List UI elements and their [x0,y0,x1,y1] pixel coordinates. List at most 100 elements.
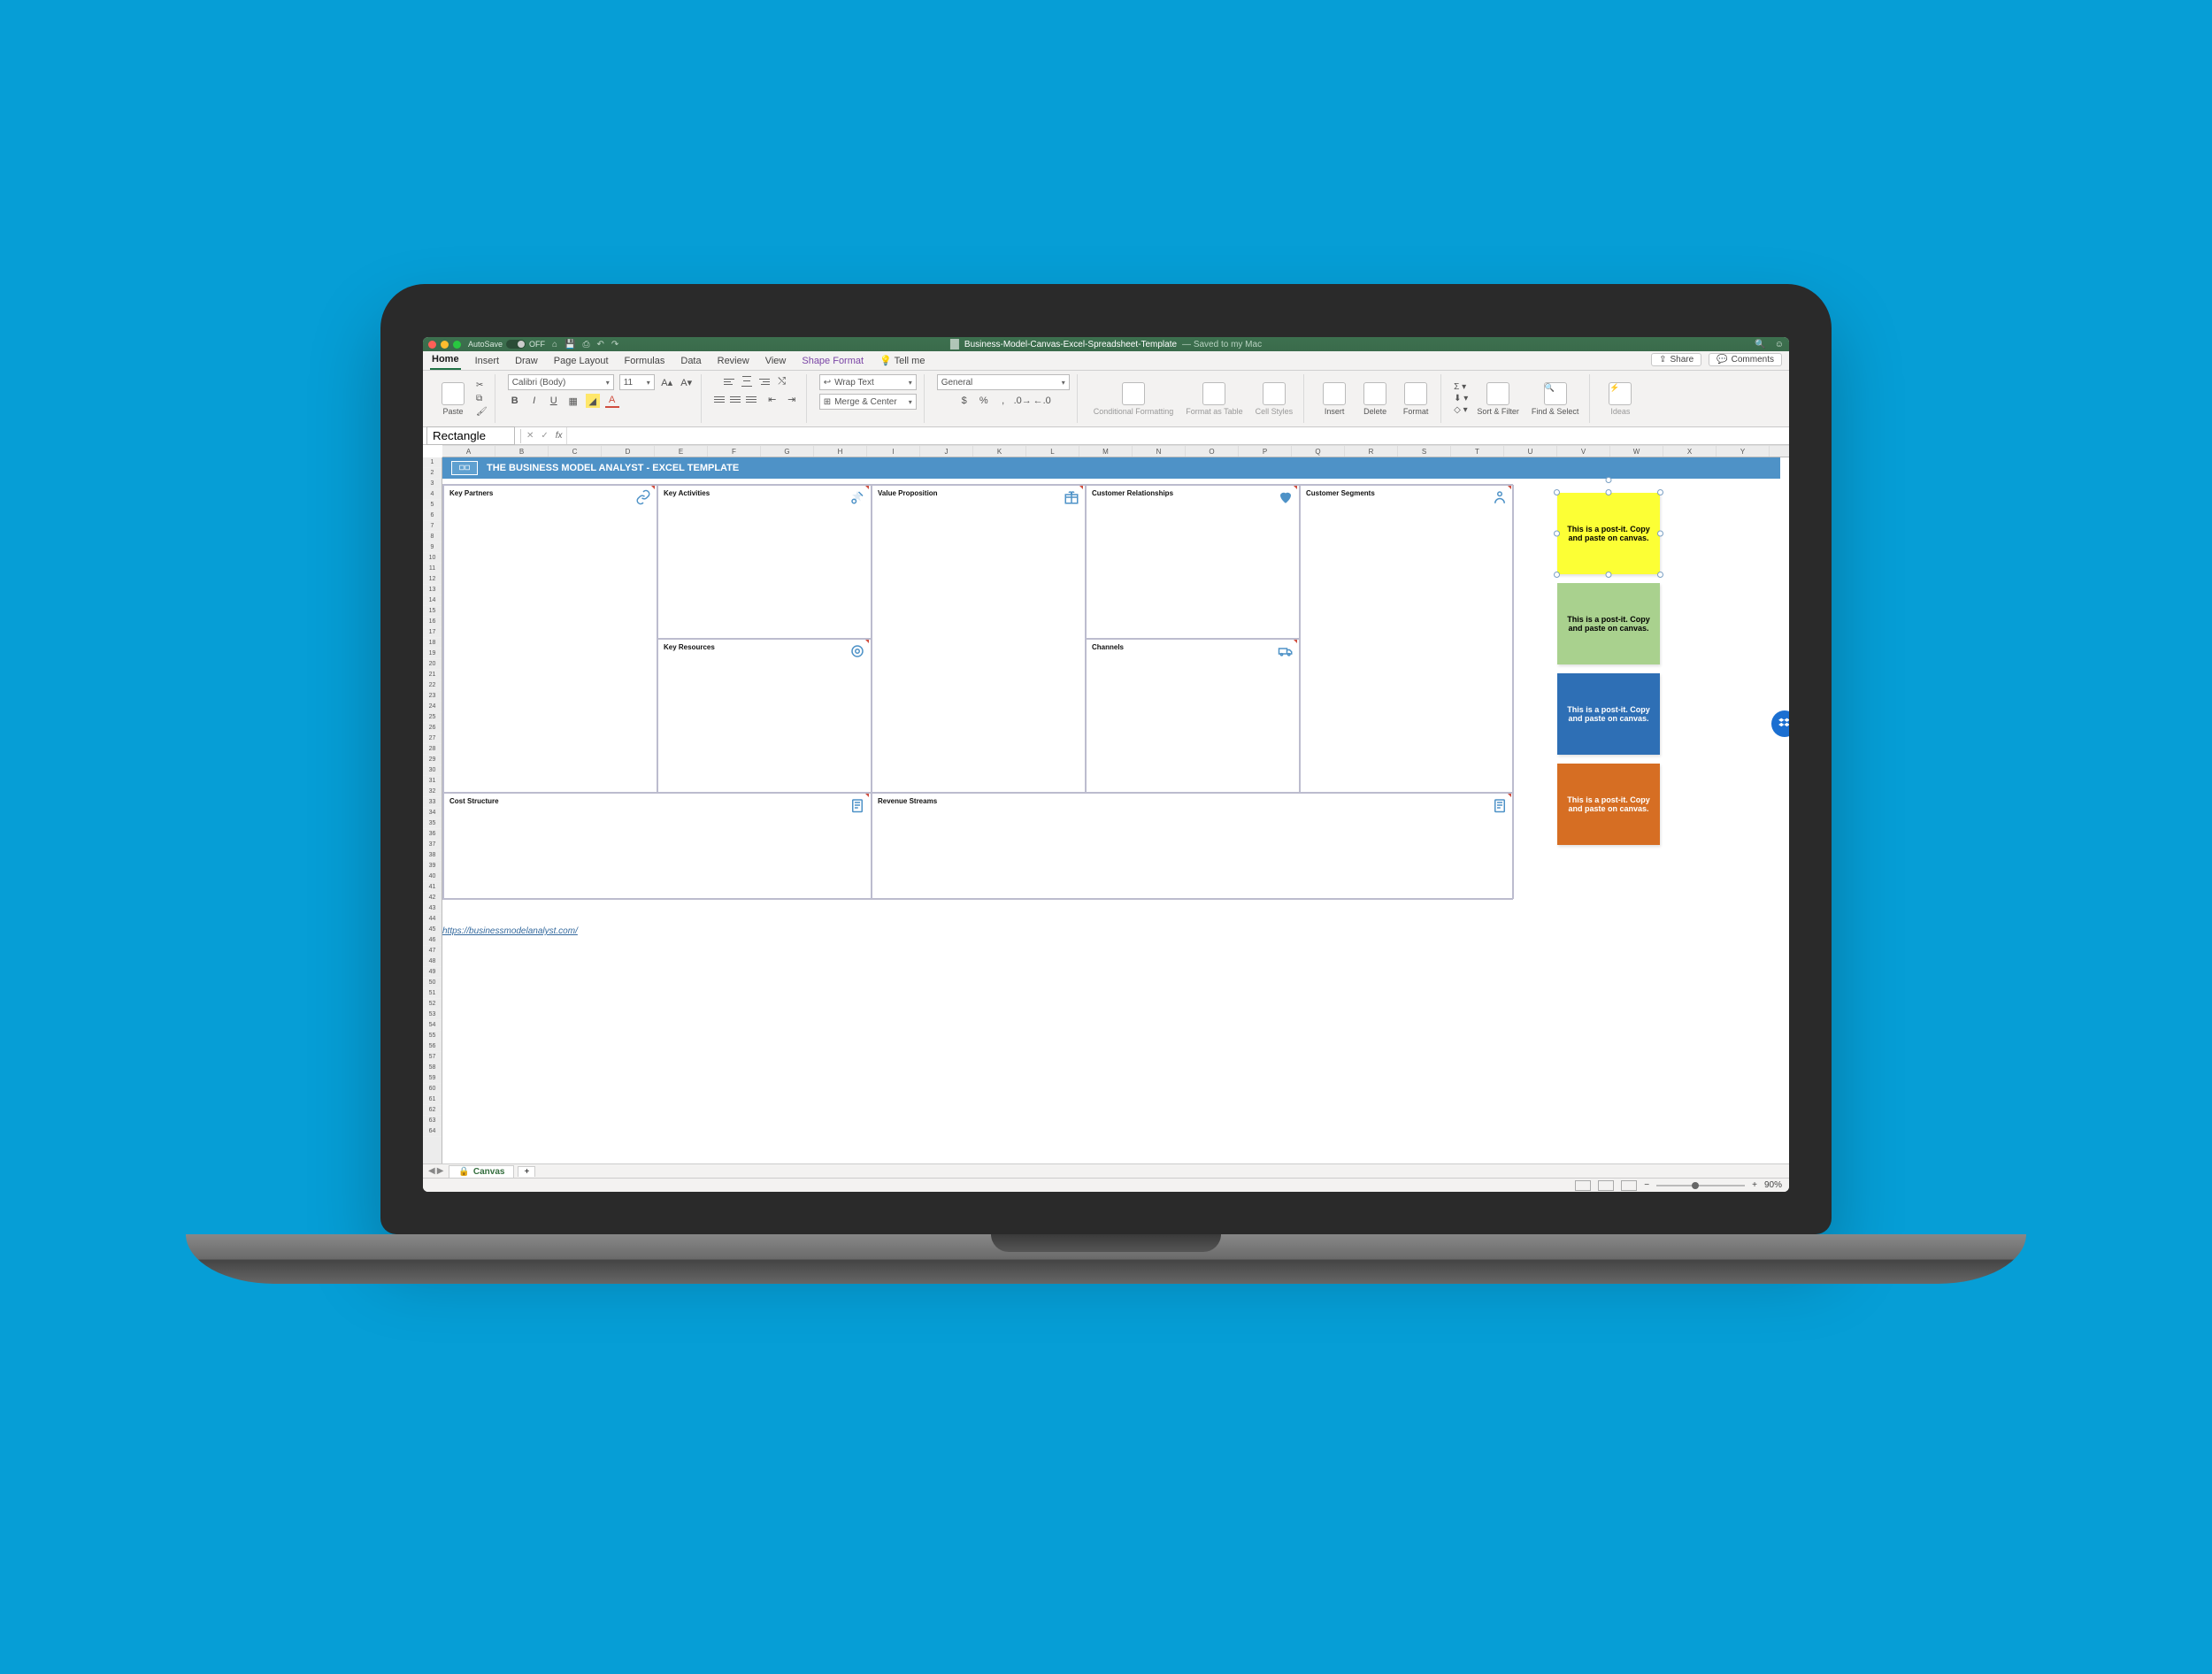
share-button[interactable]: ⇪ Share [1651,353,1701,366]
switch-icon[interactable] [506,340,526,349]
zoom-out-button[interactable]: − [1644,1180,1649,1190]
tab-nav-next-icon[interactable]: ▶ [437,1166,444,1176]
comma-icon[interactable]: , [996,394,1010,408]
key-partners-cell[interactable]: Key Partners [443,485,657,793]
cells-delete-button[interactable]: Delete [1357,380,1393,418]
horizontal-align-group[interactable] [714,393,760,405]
comments-button[interactable]: 💬 Comments [1709,353,1782,366]
find-select-button[interactable]: 🔍Find & Select [1528,380,1583,418]
autosum-icon[interactable]: Σ ▾ [1454,382,1468,392]
ribbon-tabs: Home Insert Draw Page Layout Formulas Da… [423,351,1789,371]
source-link[interactable]: https://businessmodelanalyst.com/ [442,926,578,936]
gift-icon [1064,489,1079,505]
tell-me[interactable]: 💡 Tell me [878,351,926,370]
increase-decimal-icon[interactable]: .0→ [1016,394,1030,408]
tab-home[interactable]: Home [430,350,461,370]
ideas-button[interactable]: ⚡Ideas [1602,380,1638,418]
tab-formulas[interactable]: Formulas [623,352,667,370]
tab-insert[interactable]: Insert [473,352,502,370]
sheet-tab-canvas[interactable]: 🔒 Canvas [449,1165,514,1178]
undo-icon[interactable]: ↶ [597,340,604,349]
font-color-icon[interactable]: A [605,394,619,408]
tab-page-layout[interactable]: Page Layout [552,352,611,370]
sheet-content[interactable]: ☐☐ THE BUSINESS MODEL ANALYST - EXCEL TE… [442,457,1789,1163]
add-sheet-button[interactable]: + [518,1166,535,1177]
percent-icon[interactable]: % [977,394,991,408]
redo-icon[interactable]: ↷ [611,340,618,349]
postit-blue[interactable]: This is a post-it. Copy and paste on can… [1557,673,1660,755]
fill-color-icon[interactable]: ◢ [586,394,600,408]
currency-icon[interactable]: $ [957,394,972,408]
close-icon[interactable] [428,341,436,349]
clear-icon[interactable]: ◇ ▾ [1454,405,1468,415]
formula-input[interactable] [566,427,1789,444]
channels-cell[interactable]: Channels [1086,639,1300,793]
decrease-font-icon[interactable]: A▾ [680,375,694,389]
tab-data[interactable]: Data [679,352,703,370]
cells-insert-button[interactable]: Insert [1317,380,1352,418]
font-name-combo[interactable]: Calibri (Body)▾ [508,374,614,390]
cells-format-button[interactable]: Format [1398,380,1433,418]
column-headers[interactable]: ABCDEFGHIJKLMNOPQRSTUVWXYZAAAB [442,445,1789,457]
zoom-in-button[interactable]: + [1752,1180,1757,1190]
postit-green[interactable]: This is a post-it. Copy and paste on can… [1557,583,1660,664]
postit-orange[interactable]: This is a post-it. Copy and paste on can… [1557,764,1660,845]
customer-relationships-cell[interactable]: Customer Relationships [1086,485,1300,639]
key-activities-cell[interactable]: Key Activities [657,485,872,639]
decrease-decimal-icon[interactable]: ←.0 [1035,394,1049,408]
zoom-slider[interactable] [1656,1185,1745,1186]
revenue-streams-cell[interactable]: Revenue Streams [872,793,1514,899]
normal-view-icon[interactable] [1575,1180,1591,1191]
zoom-level[interactable]: 90% [1764,1180,1782,1190]
autosave-toggle[interactable]: AutoSave OFF [468,340,545,349]
wrap-text-button[interactable]: ↩ Wrap Text▾ [819,374,917,390]
search-icon[interactable]: 🔍 [1755,340,1765,349]
decrease-indent-icon[interactable]: ⇤ [765,392,780,406]
underline-button[interactable]: U [547,394,561,408]
format-as-table-button[interactable]: Format as Table [1182,380,1246,418]
postit-text: This is a post-it. Copy and paste on can… [1566,705,1651,723]
vertical-align-group[interactable] [724,375,770,388]
tab-review[interactable]: Review [716,352,751,370]
name-box[interactable] [426,426,515,445]
fill-icon[interactable]: ⬇ ▾ [1454,394,1468,403]
paste-button[interactable]: Paste [435,380,471,418]
page-break-view-icon[interactable] [1621,1180,1637,1191]
tab-draw[interactable]: Draw [513,352,540,370]
postit-yellow[interactable]: This is a post-it. Copy and paste on can… [1557,493,1660,574]
cancel-formula-icon[interactable]: ✕ [523,431,537,441]
save-icon[interactable]: 💾 [565,340,575,349]
merge-center-button[interactable]: ⊞ Merge & Center▾ [819,394,917,410]
feedback-icon[interactable]: ☺ [1775,340,1784,349]
font-size-combo[interactable]: 11▾ [619,374,655,390]
row-headers[interactable]: 1234567891011121314151617181920212223242… [423,457,442,1163]
bold-button[interactable]: B [508,394,522,408]
tab-nav-prev-icon[interactable]: ◀ [428,1166,435,1176]
cell-styles-button[interactable]: Cell Styles [1252,380,1297,418]
key-resources-cell[interactable]: Key Resources [657,639,872,793]
tab-shape-format[interactable]: Shape Format [800,352,865,370]
print-icon[interactable]: ⎙ [583,340,590,349]
cost-structure-cell[interactable]: Cost Structure [443,793,872,899]
window-controls[interactable] [428,341,461,349]
conditional-formatting-button[interactable]: Conditional Formatting [1090,380,1178,418]
customer-segments-cell[interactable]: Customer Segments [1300,485,1514,793]
tab-view[interactable]: View [764,352,788,370]
format-painter-icon[interactable]: 🖌 [476,407,488,417]
increase-indent-icon[interactable]: ⇥ [785,392,799,406]
home-icon[interactable]: ⌂ [552,340,557,349]
border-icon[interactable]: ▦ [566,394,580,408]
zoom-icon[interactable] [453,341,461,349]
sort-filter-button[interactable]: Sort & Filter [1473,380,1523,418]
increase-font-icon[interactable]: A▴ [660,375,674,389]
enter-formula-icon[interactable]: ✓ [537,431,551,441]
copy-icon[interactable]: ⧉ [476,394,488,403]
page-layout-view-icon[interactable] [1598,1180,1614,1191]
orientation-icon[interactable]: ⤭ [775,374,789,388]
cut-icon[interactable]: ✂ [476,380,488,390]
minimize-icon[interactable] [441,341,449,349]
italic-button[interactable]: I [527,394,541,408]
fx-icon[interactable]: fx [552,431,566,441]
number-format-combo[interactable]: General▾ [937,374,1070,390]
value-proposition-cell[interactable]: Value Proposition [872,485,1086,793]
